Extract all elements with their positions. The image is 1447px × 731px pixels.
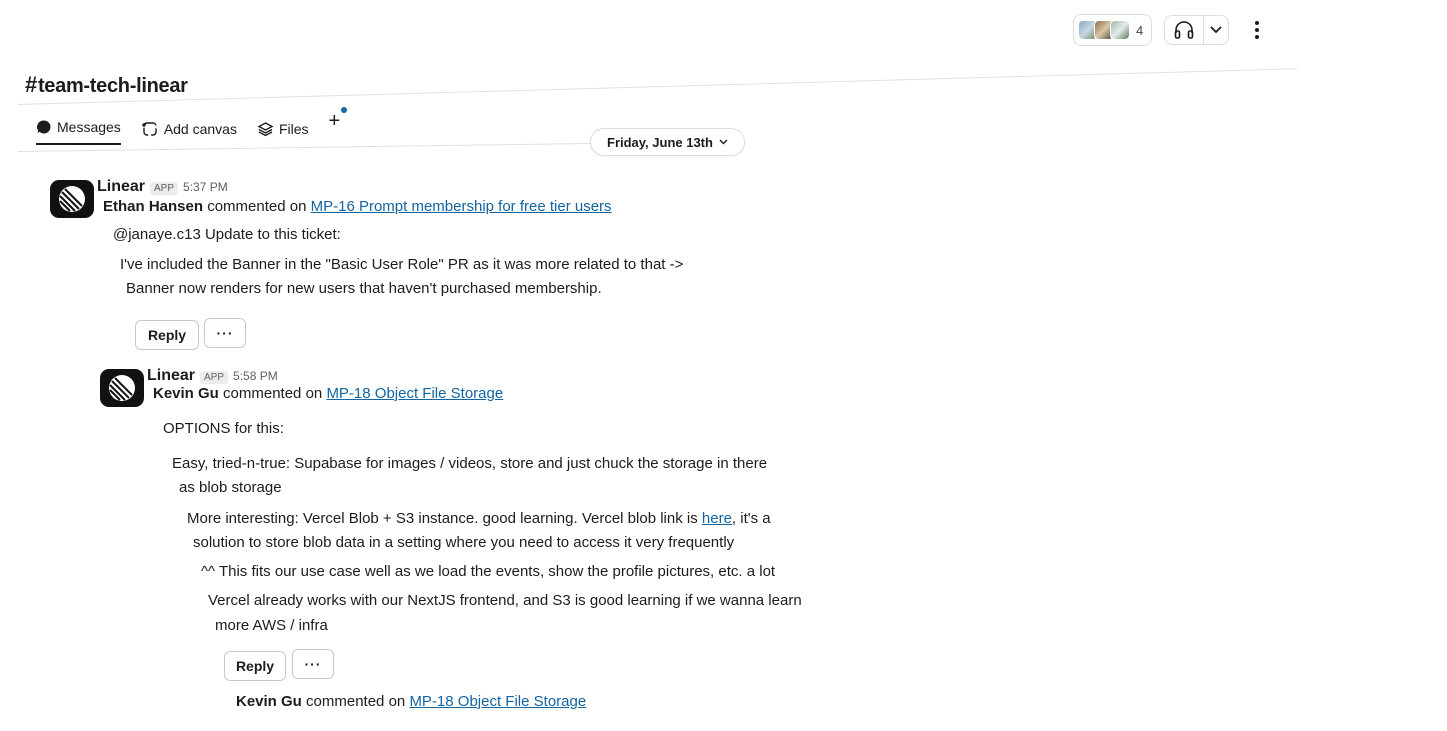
canvas-add-icon [141,122,157,136]
app-badge: APP [200,371,229,384]
message-body-line: @janaye.c13 Update to this ticket: [113,226,341,243]
huddle-options-button[interactable] [1203,16,1228,44]
date-divider-button[interactable]: Friday, June 13th [590,128,745,156]
hash-icon: # [25,72,37,97]
member-count: 4 [1136,22,1144,38]
message-body-line: ^^ This fits our use case well as we loa… [201,563,776,580]
channel-tabs: Messages Add canvas Files + [36,107,348,145]
linear-logo-icon[interactable] [50,180,94,218]
body-text: More interesting: Vercel Blob + S3 insta… [187,510,702,527]
channel-header-actions: 4 [1073,14,1267,46]
tab-files[interactable]: Files [257,121,309,145]
comment-author: Kevin Gu [236,693,302,710]
message-item: Linear APP 5:37 PM Ethan Hansen commente… [50,178,750,358]
comment-author: Kevin Gu [153,385,219,402]
header-divider [17,68,1298,105]
members-button[interactable]: 4 [1073,14,1153,46]
comment-author: Ethan Hansen [103,198,204,215]
more-actions-button[interactable]: ··· [204,318,246,348]
tab-messages[interactable]: Messages [36,119,121,145]
plus-icon: + [328,110,341,132]
huddle-control [1164,15,1230,45]
message-body-line: I've included the Banner in the "Basic U… [120,256,684,273]
message-body-line: Easy, tried-n-true: Supabase for images … [172,455,768,472]
date-label: Friday, June 13th [607,134,713,150]
member-avatar [1110,20,1130,40]
chevron-down-icon [1210,26,1222,34]
comment-action: commented on [306,693,406,710]
notification-dot [341,107,348,113]
more-actions-button[interactable]: ··· [292,649,334,679]
reply-button[interactable]: Reply [135,320,199,350]
reply-button[interactable]: Reply [224,651,286,681]
add-tab-button[interactable]: + [328,107,348,145]
tab-add-canvas[interactable]: Add canvas [141,121,237,145]
huddle-button[interactable] [1165,16,1203,44]
app-badge: APP [150,182,179,195]
comment-action: commented on [223,385,323,402]
linear-logo-icon[interactable] [100,369,144,407]
headphones-icon [1174,21,1194,39]
message-body-line: as blob storage [179,479,282,496]
message-body-line: Banner now renders for new users that ha… [126,280,602,297]
more-options-icon[interactable] [1247,21,1267,39]
comment-header: Kevin Gu commented on MP-18 Object File … [236,693,586,710]
message-timestamp[interactable]: 5:37 PM [183,180,228,194]
message-body-line: more AWS / infra [215,617,328,634]
sender-name[interactable]: Linear [147,367,195,385]
comment-action: commented on [207,198,307,215]
comment-header: Kevin Gu commented on MP-18 Object File … [153,385,503,402]
message-body-line: More interesting: Vercel Blob + S3 insta… [187,510,771,527]
message-bubble-icon [37,120,51,134]
issue-link[interactable]: MP-18 Object File Storage [409,693,586,710]
message-timestamp[interactable]: 5:58 PM [233,369,278,383]
tab-label: Add canvas [163,121,237,137]
channel-name: team-tech-linear [37,75,188,97]
channel-title[interactable]: #team-tech-linear [25,72,188,98]
here-link[interactable]: here [702,510,732,527]
sender-name[interactable]: Linear [97,178,145,196]
message-item: Linear APP 5:58 PM Kevin Gu commented on… [100,367,860,687]
message-body-line: solution to store blob data in a setting… [193,534,735,551]
files-stack-icon [257,122,274,137]
chevron-down-icon [719,139,728,145]
issue-link[interactable]: MP-18 Object File Storage [326,385,503,402]
issue-link[interactable]: MP-16 Prompt membership for free tier us… [311,198,612,215]
message-body-line: Vercel already works with our NextJS fro… [208,592,802,609]
body-text: , it's a [731,510,771,527]
tab-label: Files [278,121,309,137]
tab-label: Messages [57,119,121,135]
comment-header: Ethan Hansen commented on MP-16 Prompt m… [103,198,612,215]
message-body-line: OPTIONS for this: [163,420,284,437]
